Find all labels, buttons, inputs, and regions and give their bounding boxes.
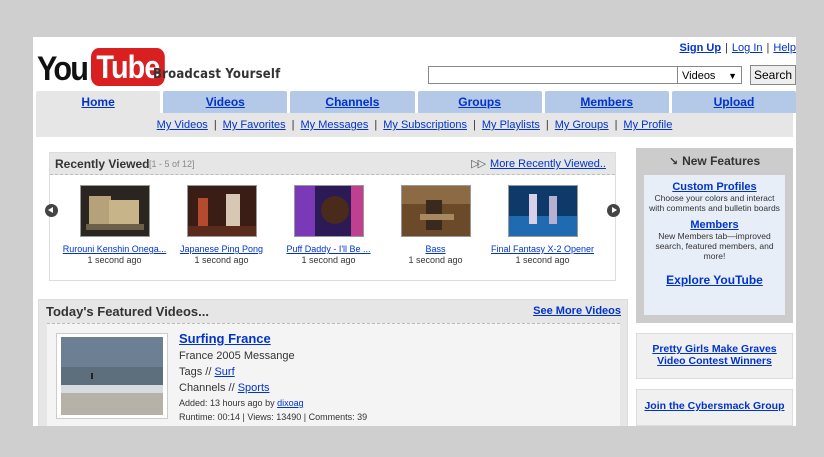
carousel-next-arrow-icon[interactable]: [607, 204, 620, 217]
tag-link[interactable]: Surf: [214, 366, 234, 378]
cybersmack-box: Join the Cybersmack Group: [636, 389, 793, 426]
featured-video-stats: Runtime: 00:14 | Views: 13490 | Comments…: [179, 412, 368, 422]
tab-channels[interactable]: Channels: [290, 91, 415, 113]
my-profile-link[interactable]: My Profile: [623, 119, 672, 131]
recent-video-title[interactable]: Puff Daddy - I'll Be ...: [276, 244, 381, 254]
more-recently-viewed-link[interactable]: More Recently Viewed..: [490, 158, 606, 170]
video-thumbnail[interactable]: [507, 185, 578, 237]
main-nav: Home Videos Channels Groups Members Uplo…: [36, 91, 796, 113]
recent-video-time: 1 second ago: [408, 255, 463, 265]
recent-video-time: 1 second ago: [194, 255, 249, 265]
search-button[interactable]: Search: [750, 65, 796, 85]
featured-videos-title: Today's Featured Videos...: [46, 304, 209, 319]
my-subscriptions-link[interactable]: My Subscriptions: [383, 119, 467, 131]
arrow-down-right-icon: ↘: [668, 156, 679, 168]
tagline: Broadcast Yourself: [153, 67, 281, 82]
added-prefix: Added: 13 hours ago by: [179, 398, 275, 408]
featured-video-title[interactable]: Surfing France: [179, 331, 271, 346]
members-feature-text: New Members tab—improved search, feature…: [655, 231, 774, 261]
featured-video-description: France 2005 Messange: [179, 350, 295, 362]
recent-video-title[interactable]: Rurouni Kenshin Onega...: [62, 244, 167, 254]
tab-members[interactable]: Members: [544, 91, 669, 113]
featured-videos-panel: Today's Featured Videos... See More Vide…: [38, 299, 628, 426]
recent-video-time: 1 second ago: [301, 255, 356, 265]
double-arrow-icon: ▷▷: [471, 158, 486, 170]
new-features-panel: ↘ New Features Custom Profiles Choose you…: [636, 148, 793, 323]
contest-winners-box: Pretty Girls Make Graves Video Contest Wi…: [636, 333, 793, 379]
featured-video-channels: Channels // Sports: [179, 382, 367, 394]
recent-video-item[interactable]: Bass 1 second ago: [383, 185, 488, 265]
youtube-page: You Tube Broadcast Yourself Sign Up | Log …: [33, 37, 796, 426]
sub-nav: My Videos | My Favorites | My Messages | My Su…: [36, 113, 793, 137]
featured-video-added: Added: 13 hours ago by dixoag: [179, 398, 367, 408]
recently-viewed-range: [1 - 5 of 12]: [149, 159, 195, 169]
recent-video-item[interactable]: Japanese Ping Pong 1 second ago: [169, 185, 274, 265]
recently-viewed-carousel: Rurouni Kenshin Onega... 1 second ago Ja…: [45, 175, 620, 280]
custom-profiles-link[interactable]: Custom Profiles: [644, 181, 785, 193]
recently-viewed-header: Recently Viewed [1 - 5 of 12] ▷▷ More Rec…: [50, 153, 615, 175]
members-feature-link[interactable]: Members: [644, 219, 785, 231]
log-in-link[interactable]: Log In: [732, 42, 763, 54]
channels-label: Channels //: [179, 382, 235, 394]
help-link[interactable]: Help: [773, 42, 796, 54]
my-videos-link[interactable]: My Videos: [157, 119, 208, 131]
top-links: Sign Up | Log In | Help: [679, 42, 797, 54]
tab-groups[interactable]: Groups: [417, 91, 542, 113]
new-features-body: Custom Profiles Choose your colors and i…: [644, 175, 785, 315]
contest-winners-link[interactable]: Pretty Girls Make Graves Video Contest Wi…: [652, 343, 776, 367]
my-favorites-link[interactable]: My Favorites: [223, 119, 286, 131]
recent-video-time: 1 second ago: [87, 255, 142, 265]
search-type-value: Videos: [682, 70, 716, 82]
recent-video-title[interactable]: Final Fantasy X-2 Opener: [490, 244, 595, 254]
recent-video-item[interactable]: Rurouni Kenshin Onega... 1 second ago: [62, 185, 167, 265]
featured-video-thumbnail[interactable]: [61, 337, 163, 415]
custom-profiles-text: Choose your colors and interact with com…: [649, 193, 780, 213]
new-features-title: New Features: [682, 154, 761, 168]
my-groups-link[interactable]: My Groups: [555, 119, 609, 131]
new-features-header: ↘ New Features: [636, 148, 793, 174]
my-playlists-link[interactable]: My Playlists: [482, 119, 540, 131]
recent-video-title[interactable]: Japanese Ping Pong: [169, 244, 274, 254]
video-thumbnail[interactable]: [400, 185, 471, 237]
tab-home[interactable]: Home: [36, 91, 161, 113]
tab-upload[interactable]: Upload: [671, 91, 796, 113]
featured-video-info: Surfing France France 2005 Messange Tags…: [179, 331, 367, 426]
recent-video-item[interactable]: Final Fantasy X-2 Opener 1 second ago: [490, 185, 595, 265]
contest-line-2: Video Contest Winners: [657, 355, 772, 367]
carousel-prev-arrow-icon[interactable]: [45, 204, 58, 217]
featured-video-row: Surfing France France 2005 Messange Tags…: [47, 323, 620, 426]
channel-link[interactable]: Sports: [238, 382, 270, 394]
video-thumbnail[interactable]: [79, 185, 150, 237]
search-input[interactable]: [428, 66, 678, 84]
tab-videos[interactable]: Videos: [163, 91, 288, 113]
uploader-link[interactable]: dixoag: [277, 398, 304, 408]
chevron-down-icon: ▼: [728, 71, 737, 81]
video-thumbnail[interactable]: [186, 185, 257, 237]
recently-viewed-panel: Recently Viewed [1 - 5 of 12] ▷▷ More Rec…: [45, 152, 620, 281]
recent-video-title[interactable]: Bass: [383, 244, 488, 254]
featured-video-tags: Tags // Surf: [179, 366, 367, 378]
my-messages-link[interactable]: My Messages: [301, 119, 369, 131]
logo-you: You: [37, 50, 89, 88]
more-recently-viewed[interactable]: ▷▷ More Recently Viewed..: [471, 157, 606, 170]
explore-youtube-link[interactable]: Explore YouTube: [644, 273, 785, 287]
tags-label: Tags //: [179, 366, 212, 378]
recent-video-item[interactable]: Puff Daddy - I'll Be ... 1 second ago: [276, 185, 381, 265]
recently-viewed-title: Recently Viewed: [55, 157, 150, 171]
cybersmack-group-link[interactable]: Join the Cybersmack Group: [644, 400, 784, 412]
search-type-select[interactable]: Videos ▼: [677, 66, 742, 84]
sign-up-link[interactable]: Sign Up: [680, 42, 722, 54]
contest-line-1: Pretty Girls Make Graves: [652, 343, 777, 355]
video-thumbnail[interactable]: [293, 185, 364, 237]
featured-video-thumbnail-frame[interactable]: [56, 333, 168, 419]
recent-video-time: 1 second ago: [515, 255, 570, 265]
see-more-videos-link[interactable]: See More Videos: [533, 305, 621, 317]
